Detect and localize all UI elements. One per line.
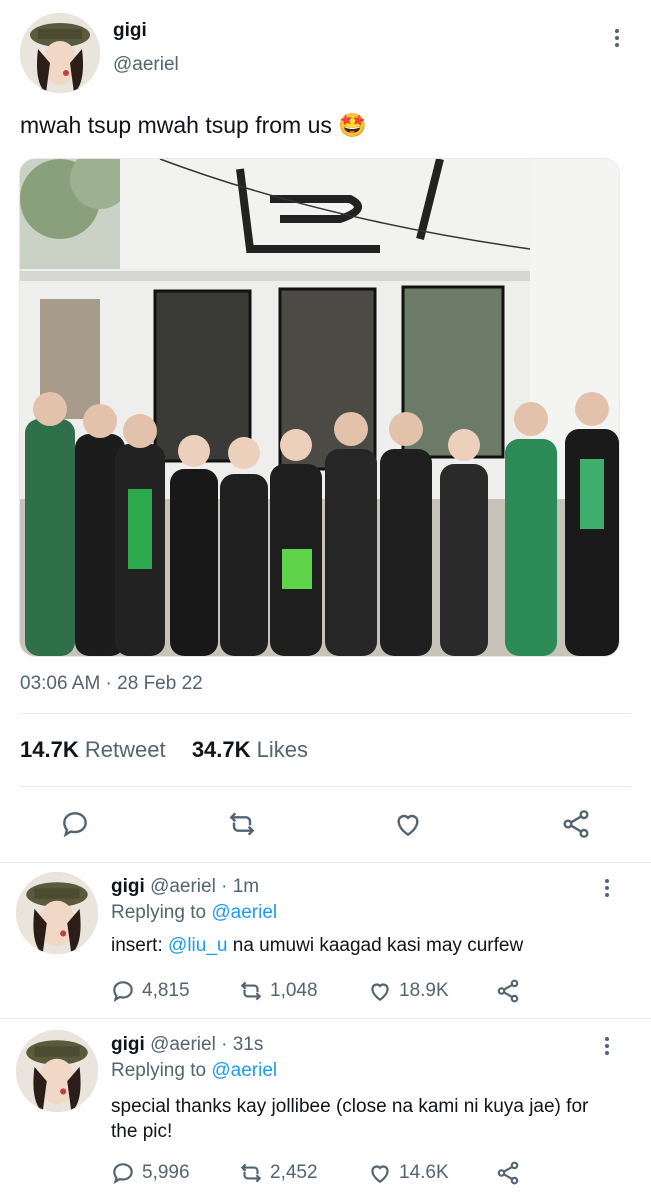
retweet-count[interactable]: 14.7K — [20, 737, 79, 762]
avatar-image — [20, 13, 100, 93]
reply-author-handle[interactable]: @aeriel — [150, 876, 216, 897]
reply-icon — [113, 981, 133, 1003]
divider — [20, 713, 631, 714]
heart-icon — [371, 983, 389, 1001]
retweet-label[interactable]: Retweet — [85, 737, 166, 762]
replying-to-handle[interactable]: @aeriel — [211, 902, 277, 923]
avatar[interactable] — [16, 872, 98, 954]
reply-text: special thanks kay jollibee (close na ka… — [111, 1096, 589, 1142]
reply-author-name[interactable]: gigi — [111, 876, 145, 897]
divider — [0, 1018, 651, 1019]
replying-to-label: Replying to — [111, 1060, 207, 1081]
tweet-text: mwah tsup mwah tsup from us 🤩 — [20, 112, 367, 139]
avatar-image — [16, 872, 98, 954]
replying-to-label: Replying to — [111, 902, 207, 923]
reply-retweet-button[interactable]: 1,048 — [238, 978, 318, 1004]
retweet-button[interactable] — [226, 808, 258, 845]
retweet-count: 2,452 — [270, 1162, 318, 1183]
more-options-icon[interactable] — [609, 26, 625, 50]
reply-like-button[interactable]: 18.9K — [367, 978, 449, 1004]
retweet-count: 1,048 — [270, 980, 318, 1001]
share-icon — [497, 1161, 519, 1185]
reply-author-name[interactable]: gigi — [111, 1034, 145, 1055]
reply-count: 4,815 — [142, 980, 190, 1001]
tweet-timestamp[interactable]: 03:06 AM · 28 Feb 22 — [20, 673, 203, 695]
more-options-icon[interactable] — [599, 1034, 615, 1058]
author-handle[interactable]: @aeriel — [113, 54, 179, 76]
tweet-stats: 14.7K Retweet 34.7K Likes — [20, 737, 308, 763]
replying-to: Replying to @aeriel — [111, 902, 277, 924]
reply-text-suffix: na umuwi kaagad kasi may curfew — [232, 935, 524, 956]
tweet-body: mwah tsup mwah tsup from us — [20, 112, 332, 138]
avatar-image — [16, 1030, 98, 1112]
star-struck-emoji: 🤩 — [338, 112, 367, 138]
avatar[interactable] — [16, 1030, 98, 1112]
share-icon — [563, 810, 589, 838]
reply-time[interactable]: · 1m — [221, 876, 259, 897]
heart-icon — [371, 1165, 389, 1183]
reply-icon — [113, 1163, 133, 1185]
reply-reply-button[interactable]: 5,996 — [110, 1160, 190, 1186]
reply-time[interactable]: · 31s — [221, 1034, 263, 1055]
share-button[interactable] — [560, 808, 592, 845]
reply-text-prefix: insert: — [111, 935, 163, 956]
divider — [0, 862, 651, 863]
tweet-photo[interactable] — [19, 158, 620, 657]
reply-text: insert: @liu_u na umuwi kaagad kasi may … — [111, 935, 523, 957]
reply-header: gigi @aeriel · 1m — [111, 876, 259, 898]
retweet-icon — [240, 1163, 262, 1183]
heart-icon — [397, 814, 419, 837]
reply-header: gigi @aeriel · 31s — [111, 1034, 263, 1056]
author-name[interactable]: gigi — [113, 20, 147, 42]
reply-share-button[interactable] — [495, 978, 521, 1004]
avatar[interactable] — [20, 13, 100, 93]
more-options-icon[interactable] — [599, 876, 615, 900]
reply-button[interactable] — [59, 808, 91, 845]
retweet-icon — [240, 981, 262, 1001]
like-count: 18.9K — [399, 980, 449, 1001]
likes-label[interactable]: Likes — [257, 737, 308, 762]
reply-count: 5,996 — [142, 1162, 190, 1183]
group-photo-image — [20, 159, 619, 656]
retweet-icon — [229, 812, 255, 836]
divider — [20, 786, 631, 787]
share-icon — [497, 979, 519, 1003]
reply-icon — [63, 812, 87, 838]
like-count: 14.6K — [399, 1162, 449, 1183]
reply-share-button[interactable] — [495, 1160, 521, 1186]
likes-count[interactable]: 34.7K — [192, 737, 251, 762]
replying-to: Replying to @aeriel — [111, 1060, 277, 1082]
reply-author-handle[interactable]: @aeriel — [150, 1034, 216, 1055]
mention-link[interactable]: @liu_u — [168, 935, 227, 956]
reply-like-button[interactable]: 14.6K — [367, 1160, 449, 1186]
reply-reply-button[interactable]: 4,815 — [110, 978, 190, 1004]
like-button[interactable] — [392, 808, 424, 845]
replying-to-handle[interactable]: @aeriel — [211, 1060, 277, 1081]
reply-retweet-button[interactable]: 2,452 — [238, 1160, 318, 1186]
